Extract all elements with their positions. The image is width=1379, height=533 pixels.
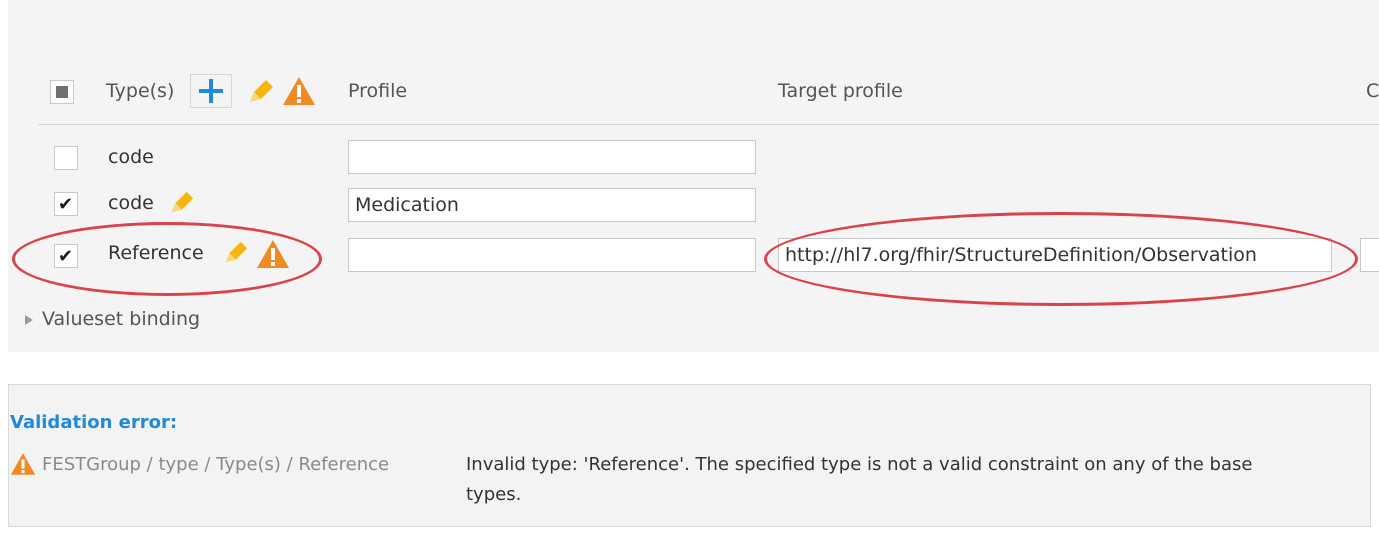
validation-error-path: FESTGroup / type / Type(s) / Reference	[42, 454, 390, 475]
type-row-checkbox[interactable]: ✔	[54, 192, 78, 216]
add-type-button[interactable]	[190, 74, 232, 108]
select-all-checkbox[interactable]	[50, 80, 74, 104]
pencil-icon	[225, 241, 248, 263]
type-row-checkbox[interactable]	[54, 146, 78, 170]
validation-error-message-line2: types.	[466, 484, 522, 505]
type-row-label: code	[108, 192, 154, 214]
plus-icon	[190, 74, 232, 108]
type-row-label: code	[108, 146, 154, 168]
validation-error-title: Validation error:	[10, 412, 178, 433]
types-column-header: Type(s)	[106, 80, 175, 102]
target-profile-column-header: Target profile	[778, 80, 903, 102]
target-profile-input[interactable]: http://hl7.org/fhir/StructureDefinition/…	[778, 238, 1332, 272]
cut-off-column-header: C	[1366, 80, 1379, 102]
header-divider	[38, 124, 1379, 125]
type-row-label: Reference	[108, 242, 204, 264]
profile-column-header: Profile	[348, 80, 408, 102]
warning-icon	[283, 77, 315, 105]
pencil-icon	[250, 80, 273, 102]
type-constraints-panel	[8, 0, 1379, 352]
profile-input[interactable]	[348, 238, 756, 272]
triangle-right-icon[interactable]	[24, 314, 34, 326]
profile-input[interactable]	[348, 140, 756, 174]
validation-error-message-line1: Invalid type: 'Reference'. The specified…	[466, 454, 1253, 475]
warning-icon	[10, 453, 36, 475]
type-row-checkbox[interactable]: ✔	[54, 244, 78, 268]
pencil-icon	[171, 191, 194, 213]
valueset-binding-expander[interactable]: Valueset binding	[42, 308, 200, 330]
warning-icon	[257, 240, 289, 268]
cut-off-input[interactable]	[1360, 238, 1379, 272]
profile-input[interactable]: Medication	[348, 188, 756, 222]
